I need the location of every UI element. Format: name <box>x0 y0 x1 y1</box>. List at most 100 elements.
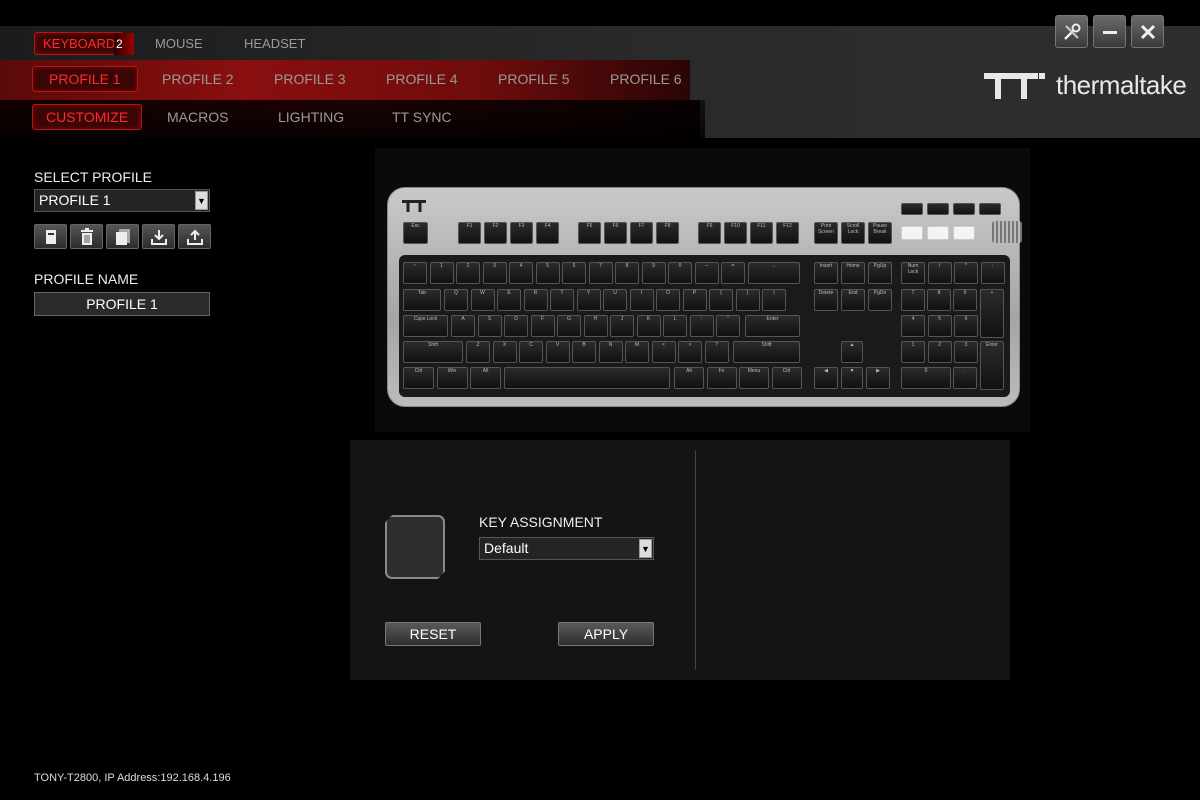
key-arrow-down[interactable]: ▼ <box>841 367 863 389</box>
key-bl-1[interactable]: Win <box>436 367 468 389</box>
key-z-2[interactable]: C <box>519 341 543 363</box>
key-z-4[interactable]: B <box>572 341 596 363</box>
key-f10[interactable]: F10 <box>724 222 747 244</box>
reset-button[interactable]: RESET <box>385 622 481 646</box>
key-tab[interactable]: Tab <box>403 289 441 311</box>
key-nav2-1[interactable]: End <box>841 289 865 311</box>
key-q-0[interactable]: Q <box>444 289 468 311</box>
key-a-10[interactable]: " <box>716 315 740 337</box>
key-z-8[interactable]: > <box>678 341 702 363</box>
key-np-0[interactable]: 0 <box>901 367 951 389</box>
key-num-7[interactable]: 7 <box>588 262 613 284</box>
key-nav1-2[interactable]: PgUp <box>868 262 892 284</box>
key-np2-2[interactable]: 9 <box>953 289 977 311</box>
key-arrow-up[interactable]: ▲ <box>841 341 863 363</box>
key-f2[interactable]: F2 <box>484 222 507 244</box>
key-num-4[interactable]: 4 <box>509 262 533 284</box>
tab-headset[interactable]: HEADSET <box>244 36 305 51</box>
key-num-5[interactable]: 5 <box>535 262 560 284</box>
apply-button[interactable]: APPLY <box>558 622 654 646</box>
key-num-12[interactable]: = <box>721 262 745 284</box>
key-a-1[interactable]: S <box>477 315 502 337</box>
tab-profile-3[interactable]: PROFILE 3 <box>274 71 346 87</box>
key-bl-0[interactable]: Ctrl <box>403 367 434 389</box>
key-a-8[interactable]: L <box>663 315 687 337</box>
key-np3-0[interactable]: 4 <box>901 315 925 337</box>
key-num-8[interactable]: 8 <box>615 262 639 284</box>
key-q-4[interactable]: T <box>550 289 574 311</box>
key-rshift[interactable]: Shift <box>733 341 800 363</box>
key-led-2[interactable] <box>953 226 975 240</box>
key-q-11[interactable]: } <box>735 289 760 311</box>
tab-profile-5[interactable]: PROFILE 5 <box>498 71 570 87</box>
key-backspace[interactable]: ← <box>748 262 800 284</box>
key-a-4[interactable]: G <box>557 315 581 337</box>
key-br-2[interactable]: Menu <box>739 367 769 389</box>
key-f7[interactable]: F7 <box>630 222 653 244</box>
key-caps[interactable]: Caps Lock <box>403 315 448 337</box>
key-media-2[interactable] <box>953 203 975 215</box>
key-sys-1[interactable]: Scroll Lock <box>841 222 865 244</box>
key-np4-0[interactable]: 1 <box>901 341 925 363</box>
key-f12[interactable]: F12 <box>776 222 799 244</box>
key-num-0[interactable]: ~ <box>403 262 427 284</box>
key-sys-0[interactable]: Print Screen <box>814 222 838 244</box>
key-num-6[interactable]: 6 <box>562 262 586 284</box>
copy-profile-button[interactable] <box>106 224 139 249</box>
key-np2-1[interactable]: 8 <box>927 289 951 311</box>
key-f11[interactable]: F11 <box>750 222 773 244</box>
new-profile-button[interactable] <box>34 224 67 249</box>
key-num-11[interactable]: – <box>694 262 719 284</box>
key-num-9[interactable]: 9 <box>641 262 666 284</box>
key-nav1-0[interactable]: Insert <box>814 262 838 284</box>
key-np4-1[interactable]: 2 <box>927 341 952 363</box>
tab-profile-4[interactable]: PROFILE 4 <box>386 71 458 87</box>
key-np1-2[interactable]: * <box>954 262 978 284</box>
key-a-5[interactable]: H <box>583 315 608 337</box>
key-q-1[interactable]: W <box>470 289 495 311</box>
key-space[interactable] <box>504 367 670 389</box>
close-button[interactable] <box>1131 15 1164 48</box>
delete-profile-button[interactable] <box>70 224 103 249</box>
key-q-3[interactable]: R <box>523 289 548 311</box>
key-num-2[interactable]: 2 <box>456 262 480 284</box>
key-a-6[interactable]: J <box>610 315 634 337</box>
key-z-5[interactable]: N <box>598 341 623 363</box>
key-arrow-right[interactable]: ▶ <box>866 367 890 389</box>
key-z-3[interactable]: V <box>545 341 570 363</box>
profile-select[interactable]: PROFILE 1 ▼ <box>34 189 210 212</box>
export-profile-button[interactable] <box>178 224 211 249</box>
key-f4[interactable]: F4 <box>536 222 559 244</box>
volume-wheel[interactable] <box>992 221 1022 243</box>
key-nav1-1[interactable]: Home <box>841 262 865 284</box>
key-z-1[interactable]: X <box>492 341 517 363</box>
key-q-9[interactable]: P <box>682 289 707 311</box>
key-np3-1[interactable]: 5 <box>927 315 952 337</box>
tab-macros[interactable]: MACROS <box>167 109 228 125</box>
tab-lighting[interactable]: LIGHTING <box>278 109 344 125</box>
key-z-0[interactable]: Z <box>466 341 490 363</box>
tab-keyboard[interactable]: KEYBOARD <box>34 32 125 55</box>
key-f3[interactable]: F3 <box>510 222 533 244</box>
key-lshift[interactable]: Shift <box>403 341 463 363</box>
key-f1[interactable]: F1 <box>458 222 481 244</box>
key-nav2-0[interactable]: Delete <box>814 289 838 311</box>
key-br-0[interactable]: Alt <box>674 367 704 389</box>
key-arrow-left[interactable]: ◀ <box>814 367 838 389</box>
key-esc[interactable]: Esc <box>403 222 428 244</box>
key-sys-2[interactable]: Pause Break <box>868 222 892 244</box>
key-a-2[interactable]: D <box>504 315 528 337</box>
key-num-1[interactable]: 1 <box>429 262 454 284</box>
key-q-2[interactable]: E <box>497 289 521 311</box>
key-np4-2[interactable]: 3 <box>954 341 978 363</box>
key-np2-0[interactable]: 7 <box>901 289 925 311</box>
key-q-5[interactable]: Y <box>576 289 601 311</box>
key-enter[interactable]: Enter <box>745 315 800 337</box>
key-a-0[interactable]: A <box>451 315 475 337</box>
key-np1-1[interactable]: / <box>927 262 952 284</box>
key-f9[interactable]: F9 <box>698 222 721 244</box>
key-z-9[interactable]: ? <box>704 341 729 363</box>
settings-button[interactable] <box>1055 15 1088 48</box>
key-media-0[interactable] <box>901 203 923 215</box>
key-np-enter[interactable]: Enter <box>980 341 1004 390</box>
